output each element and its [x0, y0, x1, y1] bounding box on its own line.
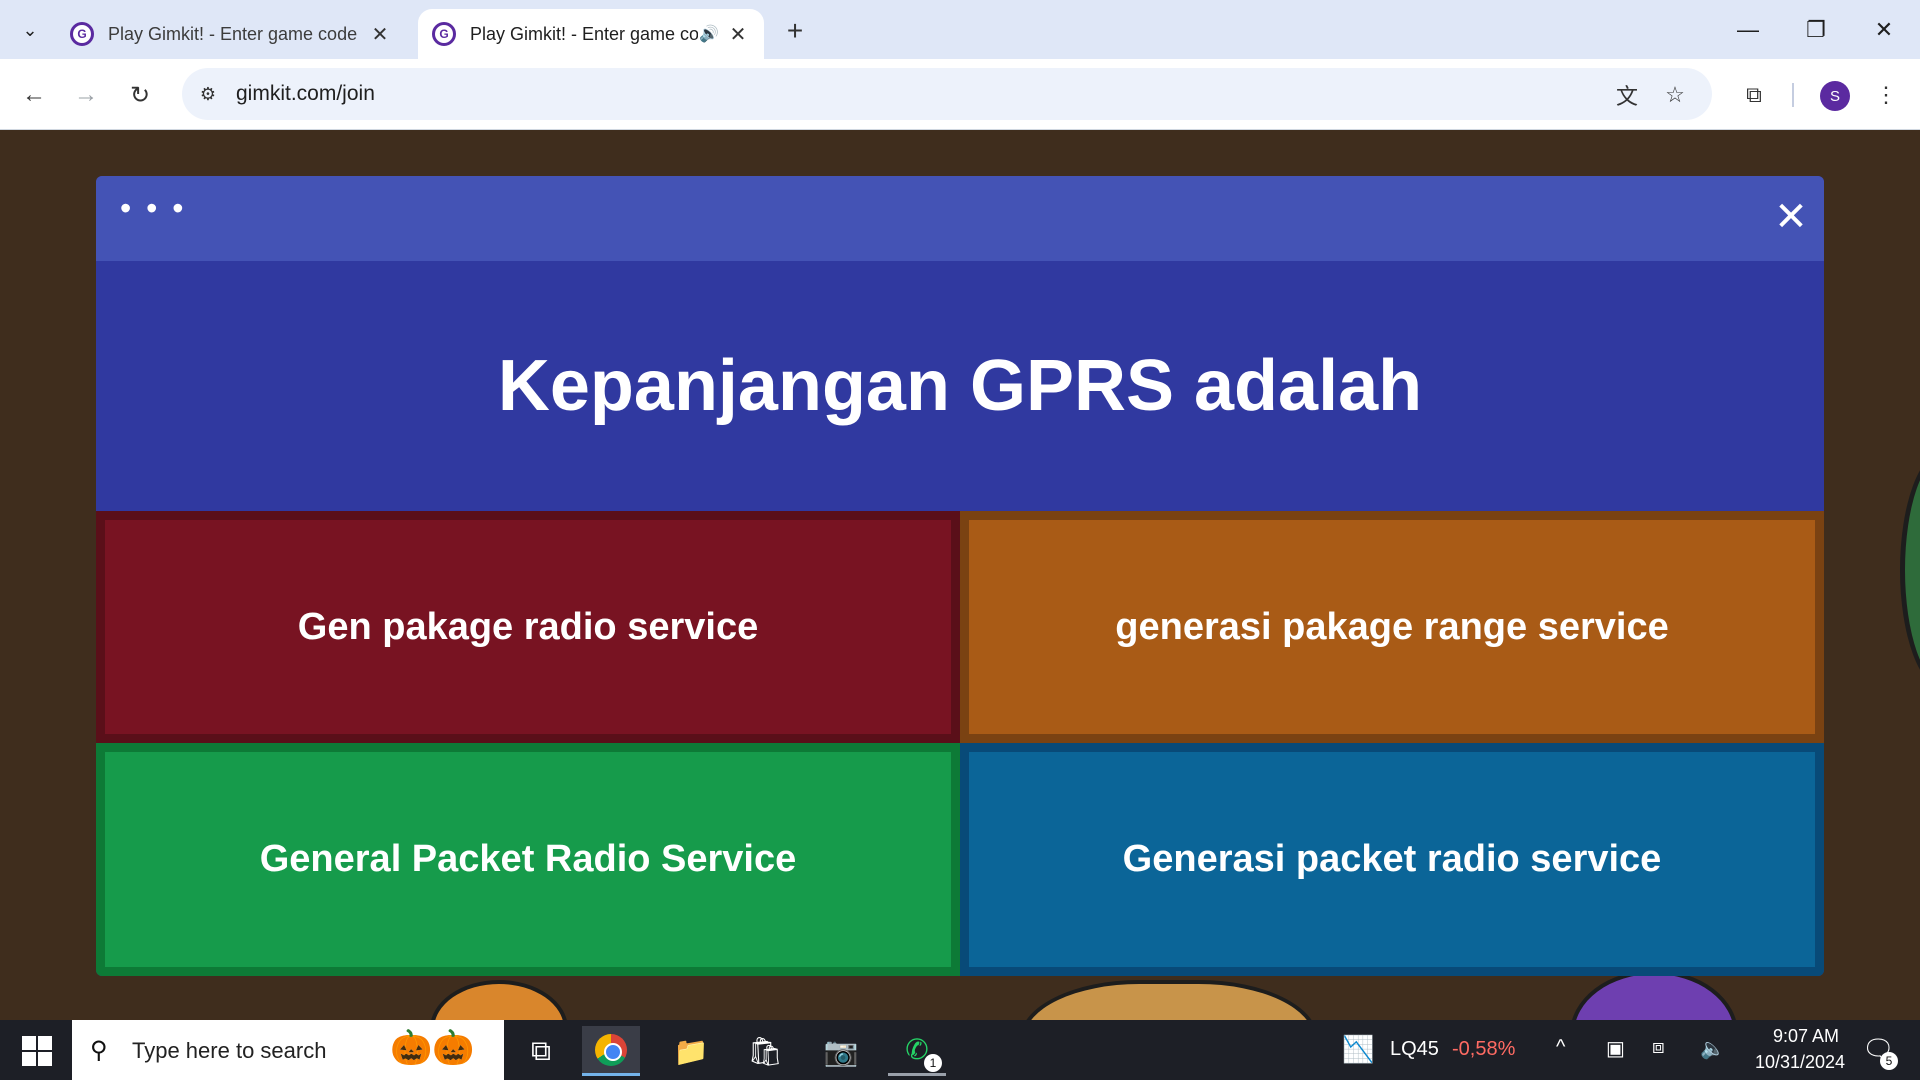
plus-icon: +	[786, 15, 804, 46]
window-close-button[interactable]: ✕	[1854, 10, 1914, 50]
whatsapp-taskbar-button[interactable]: ✆ 1	[888, 1026, 946, 1076]
question-text: Kepanjangan GPRS adalah	[497, 346, 1423, 426]
minimize-button[interactable]: —	[1718, 10, 1778, 50]
stock-change[interactable]: -0,58%	[1452, 1038, 1515, 1061]
question-modal: • • • ✕ Kepanjangan GPRS adalah Gen paka…	[96, 176, 1824, 976]
close-icon[interactable]: ✕	[726, 22, 750, 47]
pumpkin-icon: 🎃🎃	[390, 1029, 475, 1067]
site-info-icon[interactable]: ⚙	[196, 82, 220, 106]
background-character	[1570, 970, 1738, 1020]
translate-icon[interactable]: 文	[1612, 80, 1642, 110]
back-button[interactable]: ←	[14, 75, 54, 115]
answer-option-3[interactable]: General Packet Radio Service	[96, 743, 960, 976]
restore-button[interactable]: ❐	[1786, 10, 1846, 50]
extensions-icon[interactable]: ⧉	[1734, 75, 1774, 115]
background-character	[1020, 980, 1318, 1020]
stock-down-icon[interactable]: 📉	[1342, 1034, 1374, 1065]
volume-icon[interactable]: 🔈	[1700, 1036, 1725, 1061]
new-tab-button[interactable]: +	[778, 14, 812, 48]
chrome-icon	[595, 1033, 627, 1066]
reload-icon: ↻	[129, 81, 151, 109]
tab-gimkit-2[interactable]: G Play Gimkit! - Enter game co 🔊 ✕	[418, 9, 764, 59]
modal-header: • • • ✕	[96, 176, 1824, 261]
taskbar: ⚲ Type here to search 🎃🎃 ⧉ 📁 🛍 📷 ✆ 1 📉 L…	[0, 1020, 1920, 1080]
url-text[interactable]: gimkit.com/join	[236, 82, 375, 106]
gimkit-favicon-icon: G	[432, 22, 456, 46]
chevron-down-icon: ⌄	[22, 19, 38, 40]
store-icon[interactable]: 🛍	[736, 1026, 794, 1076]
background-character	[1900, 450, 1920, 690]
file-explorer-icon[interactable]: 📁	[662, 1026, 720, 1076]
toolbar-divider	[1792, 83, 1794, 107]
search-placeholder: Type here to search	[132, 1038, 327, 1063]
address-bar[interactable]: ⚙ gimkit.com/join 文 ☆	[182, 68, 1712, 120]
restore-icon: ❐	[1806, 17, 1826, 42]
task-view-icon[interactable]: ⧉	[512, 1026, 570, 1076]
close-icon: ✕	[1874, 17, 1894, 42]
reload-button[interactable]: ↻	[120, 75, 160, 115]
chrome-taskbar-button[interactable]	[582, 1026, 640, 1076]
tab-gimkit-1[interactable]: G Play Gimkit! - Enter game code ✕	[56, 9, 406, 59]
answer-option-2[interactable]: generasi pakage range service	[960, 511, 1824, 743]
tab-search-button[interactable]: ⌄	[10, 12, 50, 48]
background-character	[430, 980, 568, 1020]
gimkit-favicon-icon: G	[70, 22, 94, 46]
clock-date[interactable]: 10/31/2024	[1740, 1052, 1860, 1073]
screen: ⌄ G Play Gimkit! - Enter game code ✕ G P…	[0, 0, 1920, 1080]
answer-option-4[interactable]: Generasi packet radio service	[960, 743, 1824, 976]
answer-label: General Packet Radio Service	[259, 838, 797, 880]
star-icon[interactable]: ☆	[1660, 80, 1690, 110]
back-icon: ←	[22, 81, 46, 108]
answer-option-1[interactable]: Gen pakage radio service	[96, 511, 960, 743]
menu-dots-icon[interactable]: • • •	[120, 190, 186, 227]
stock-name[interactable]: LQ45	[1390, 1038, 1439, 1061]
network-icon[interactable]: ⧈	[1652, 1036, 1665, 1059]
forward-icon: →	[74, 81, 98, 108]
clock-time[interactable]: 9:07 AM	[1756, 1026, 1856, 1047]
tab-title: Play Gimkit! - Enter game code	[108, 23, 358, 44]
chevron-up-icon[interactable]: ^	[1556, 1036, 1565, 1059]
more-icon[interactable]: ⋮	[1866, 75, 1906, 115]
tab-title: Play Gimkit! - Enter game co	[470, 23, 698, 44]
forward-button[interactable]: →	[66, 75, 106, 115]
whatsapp-badge: 1	[924, 1054, 942, 1072]
answer-label: Gen pakage radio service	[297, 605, 759, 648]
notification-count: 5	[1880, 1052, 1898, 1070]
meet-icon[interactable]: ▣	[1606, 1036, 1625, 1061]
profile-avatar[interactable]: S	[1820, 81, 1850, 111]
speaker-icon[interactable]: 🔊	[698, 24, 720, 44]
answer-grid: Gen pakage radio service generasi pakage…	[96, 511, 1824, 976]
browser-toolbar: ← → ↻ ⚙ gimkit.com/join 文 ☆ ⧉ S ⋮	[0, 59, 1920, 130]
taskbar-search-box[interactable]: ⚲ Type here to search 🎃🎃	[72, 1020, 504, 1080]
search-icon: ⚲	[90, 1037, 108, 1064]
minimize-icon: —	[1737, 17, 1759, 42]
tab-strip: ⌄ G Play Gimkit! - Enter game code ✕ G P…	[0, 0, 1920, 59]
close-icon[interactable]: ✕	[1770, 195, 1812, 239]
answer-label: generasi pakage range service	[1115, 605, 1669, 648]
close-icon[interactable]: ✕	[368, 22, 392, 47]
camera-icon[interactable]: 📷	[812, 1026, 870, 1076]
answer-label: Generasi packet radio service	[1122, 838, 1662, 880]
windows-icon[interactable]	[14, 1034, 54, 1066]
